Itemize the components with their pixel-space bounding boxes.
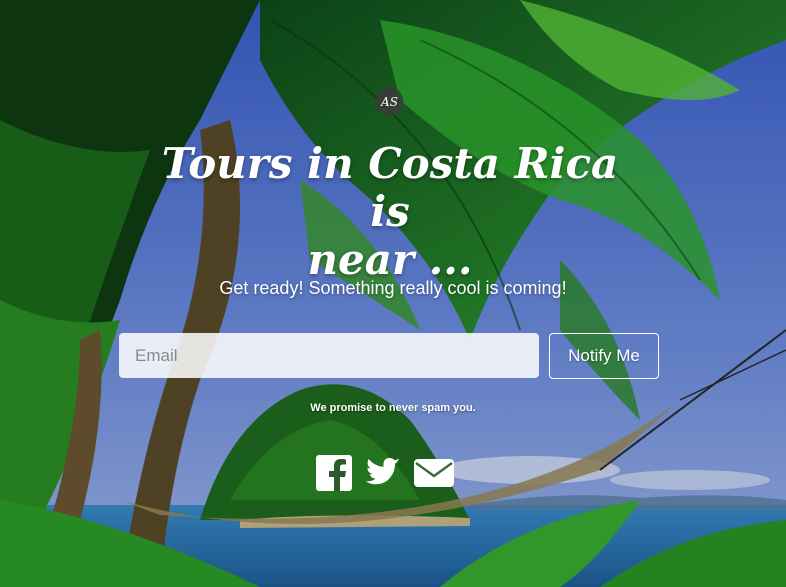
page-title: Tours in Costa Rica is near ... xyxy=(140,140,640,284)
svg-text:AS: AS xyxy=(380,95,398,109)
title-line-2: near ... xyxy=(307,235,473,284)
logo-icon: AS xyxy=(375,87,404,116)
subtitle: Get ready! Something really cool is comi… xyxy=(219,278,567,298)
notify-me-button[interactable]: Notify Me xyxy=(549,333,659,379)
title-line-1: Tours in Costa Rica is xyxy=(161,139,619,236)
spam-disclaimer: We promise to never spam you. xyxy=(310,402,476,414)
twitter-icon[interactable] xyxy=(363,455,401,491)
landing-page: AS Tours in Costa Rica is near ... Get r… xyxy=(0,0,786,587)
facebook-icon[interactable] xyxy=(316,455,352,491)
email-icon[interactable] xyxy=(413,455,455,491)
email-input[interactable] xyxy=(119,333,539,378)
